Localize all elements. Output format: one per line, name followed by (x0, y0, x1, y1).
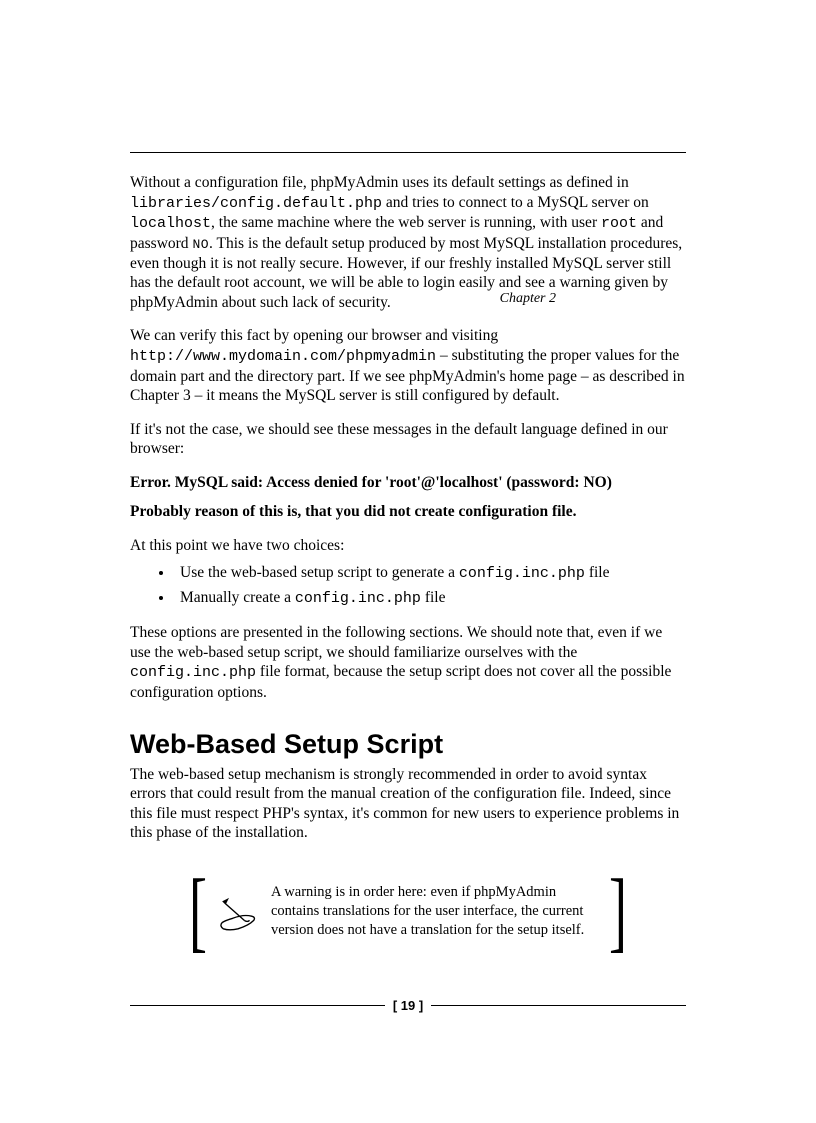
page-number: [ 19 ] (393, 998, 423, 1013)
chapter-label: Chapter 2 (500, 287, 556, 307)
inline-code: http://www.mydomain.com/phpmyadmin (130, 348, 436, 365)
paragraph-text: . This is the default setup produced by … (130, 235, 682, 311)
callout-text: A warning is in order here: even if phpM… (271, 883, 599, 940)
paragraph-4: At this point we have two choices: (130, 536, 686, 556)
paragraph-6: The web-based setup mechanism is strongl… (130, 765, 686, 843)
right-bracket-icon: ] (609, 867, 627, 957)
header-rule (130, 152, 686, 153)
paragraph-text: We can verify this fact by opening our b… (130, 327, 498, 344)
inline-code: localhost (130, 215, 211, 232)
paragraph-text: These options are presented in the follo… (130, 624, 662, 661)
paragraph-3: If it's not the case, we should see thes… (130, 420, 686, 459)
inline-code: config.inc.php (130, 664, 256, 681)
list-item: Use the web-based setup script to genera… (174, 563, 686, 584)
list-item-text: file (421, 589, 446, 606)
inline-code: config.inc.php (459, 565, 585, 582)
inline-code: libraries/config.default.php (130, 195, 382, 212)
page-header: Chapter 2 (130, 152, 686, 153)
paragraph-text: and tries to connect to a MySQL server o… (382, 194, 649, 211)
list-item-text: file (585, 564, 610, 581)
inline-code: root (601, 215, 637, 232)
body-content: Without a configuration file, phpMyAdmin… (130, 173, 686, 957)
left-bracket-icon: [ (189, 867, 207, 957)
paragraph-5: These options are presented in the follo… (130, 623, 686, 702)
inline-code: config.inc.php (295, 590, 421, 607)
paragraph-2: We can verify this fact by opening our b… (130, 326, 686, 405)
footer-rule-right (431, 1005, 686, 1006)
error-line-1: Error. MySQL said: Access denied for 'ro… (130, 473, 686, 493)
inline-code: NO (192, 237, 209, 252)
pen-note-icon (217, 891, 259, 933)
choice-list: Use the web-based setup script to genera… (130, 563, 686, 609)
warning-callout: [ A warning is in order here: even if ph… (183, 867, 633, 957)
page: Chapter 2 Without a configuration file, … (0, 0, 816, 1123)
section-heading: Web-Based Setup Script (130, 727, 686, 761)
error-line-2: Probably reason of this is, that you did… (130, 502, 686, 522)
paragraph-text: Without a configuration file, phpMyAdmin… (130, 174, 629, 191)
paragraph-text: , the same machine where the web server … (211, 214, 601, 231)
list-item: Manually create a config.inc.php file (174, 588, 686, 609)
paragraph-1: Without a configuration file, phpMyAdmin… (130, 173, 686, 312)
footer-rule-left (130, 1005, 385, 1006)
list-item-text: Manually create a (180, 589, 295, 606)
page-footer: [ 19 ] (130, 998, 686, 1013)
callout-content: A warning is in order here: even if phpM… (213, 867, 603, 957)
list-item-text: Use the web-based setup script to genera… (180, 564, 459, 581)
